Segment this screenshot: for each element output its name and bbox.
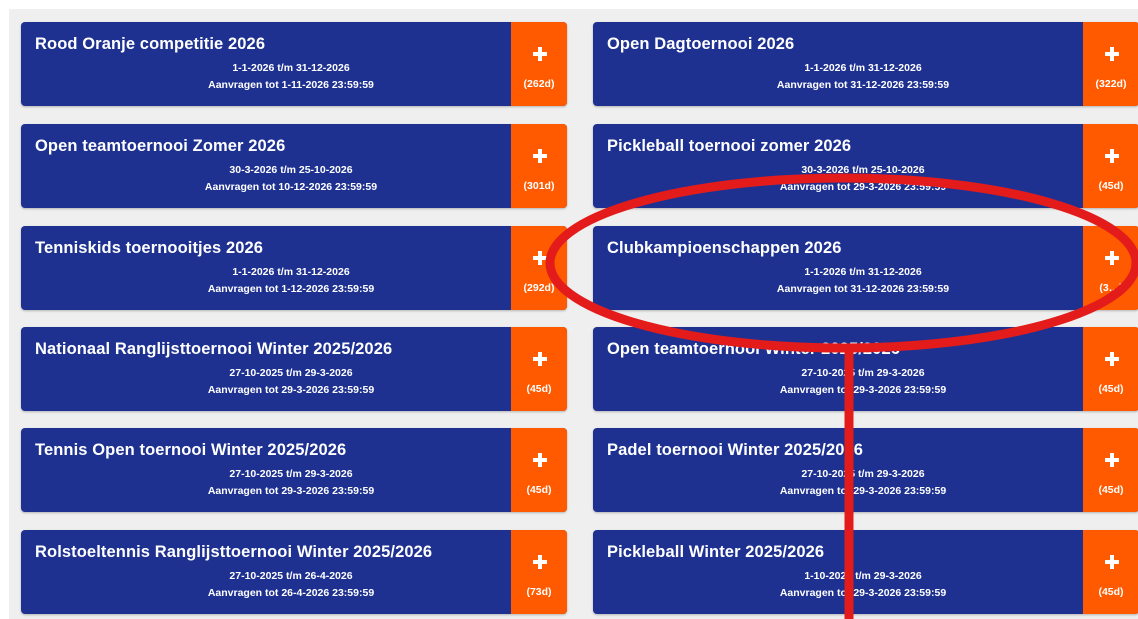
tournament-card[interactable]: Rood Oranje competitie 2026 1-1-2026 t/m…	[21, 22, 567, 106]
tournament-card[interactable]: Padel toernooi Winter 2025/2026 27-10-20…	[593, 428, 1138, 512]
tournament-card[interactable]: Nationaal Ranglijsttoernooi Winter 2025/…	[21, 327, 567, 411]
card-body[interactable]: Padel toernooi Winter 2025/2026 27-10-20…	[593, 428, 1083, 512]
tournament-dates: 1-1-2026 t/m 31-12-2026	[232, 62, 350, 74]
tournament-card[interactable]: Pickleball Winter 2025/2026 1-10-2025 t/…	[593, 530, 1138, 614]
days-remaining: (292d)	[523, 282, 555, 294]
plus-icon	[533, 555, 547, 569]
tournament-dates: 27-10-2025 t/m 26-4-2026	[229, 570, 353, 582]
tournament-deadline: Aanvragen tot 29-3-2026 23:59:59	[207, 384, 375, 396]
tournament-deadline: Aanvragen tot 29-3-2026 23:59:59	[779, 384, 947, 396]
tournament-deadline: Aanvragen tot 29-3-2026 23:59:59	[779, 485, 947, 497]
card-body[interactable]: Pickleball toernooi zomer 2026 30-3-2026…	[593, 124, 1083, 208]
days-remaining: (73d)	[526, 586, 552, 598]
card-body[interactable]: Tenniskids toernooitjes 2026 1-1-2026 t/…	[21, 226, 511, 310]
tournament-deadline: Aanvragen tot 26-4-2026 23:59:59	[207, 587, 375, 599]
plus-icon	[1105, 149, 1119, 163]
tournament-dates: 30-3-2026 t/m 25-10-2026	[229, 164, 353, 176]
tournament-title: Tenniskids toernooitjes 2026	[35, 239, 264, 257]
tournament-title: Clubkampioenschappen 2026	[607, 239, 842, 257]
card-body[interactable]: Open teamtoernooi Zomer 2026 30-3-2026 t…	[21, 124, 511, 208]
days-remaining: (301d)	[523, 180, 555, 192]
add-button[interactable]: (3…)	[1083, 226, 1138, 310]
add-button[interactable]: (301d)	[511, 124, 567, 208]
days-remaining: (45d)	[1098, 383, 1124, 395]
days-remaining: (45d)	[1098, 180, 1124, 192]
tournament-deadline: Aanvragen tot 31-12-2026 23:59:59	[776, 283, 950, 295]
tournament-title: Padel toernooi Winter 2025/2026	[607, 441, 864, 459]
card-body[interactable]: Rood Oranje competitie 2026 1-1-2026 t/m…	[21, 22, 511, 106]
plus-icon	[1105, 352, 1119, 366]
tournament-dates: 27-10-2025 t/m 29-3-2026	[801, 367, 925, 379]
tournament-title: Open teamtoernooi Zomer 2026	[35, 137, 286, 155]
plus-icon	[1105, 47, 1119, 61]
tournament-card[interactable]: Open teamtoernooi Winter 2025/2026 27-10…	[593, 327, 1138, 411]
tournament-title: Pickleball toernooi zomer 2026	[607, 137, 852, 155]
plus-icon	[533, 453, 547, 467]
days-remaining: (322d)	[1095, 78, 1127, 90]
tournament-deadline: Aanvragen tot 29-3-2026 23:59:59	[779, 587, 947, 599]
add-button[interactable]: (45d)	[1083, 530, 1138, 614]
tournament-title: Open Dagtoernooi 2026	[607, 35, 795, 53]
tournament-deadline: Aanvragen tot 29-3-2026 23:59:59	[779, 181, 947, 193]
tournament-grid: Rood Oranje competitie 2026 1-1-2026 t/m…	[0, 0, 1138, 619]
days-remaining: (262d)	[523, 78, 555, 90]
days-remaining: (45d)	[1098, 586, 1124, 598]
days-remaining: (45d)	[526, 383, 552, 395]
add-button[interactable]: (73d)	[511, 530, 567, 614]
tournament-dates: 1-1-2026 t/m 31-12-2026	[804, 266, 922, 278]
card-body[interactable]: Clubkampioenschappen 2026 1-1-2026 t/m 3…	[593, 226, 1083, 310]
tournament-title: Tennis Open toernooi Winter 2025/2026	[35, 441, 347, 459]
days-remaining: (45d)	[526, 484, 552, 496]
tournament-deadline: Aanvragen tot 10-12-2026 23:59:59	[204, 181, 378, 193]
tournament-title: Pickleball Winter 2025/2026	[607, 543, 825, 561]
add-button[interactable]: (45d)	[511, 428, 567, 512]
tournament-card[interactable]: Tenniskids toernooitjes 2026 1-1-2026 t/…	[21, 226, 567, 310]
tournament-deadline: Aanvragen tot 29-3-2026 23:59:59	[207, 485, 375, 497]
tournament-card[interactable]: Pickleball toernooi zomer 2026 30-3-2026…	[593, 124, 1138, 208]
tournament-card[interactable]: Open Dagtoernooi 2026 1-1-2026 t/m 31-12…	[593, 22, 1138, 106]
days-remaining: (45d)	[1098, 484, 1124, 496]
add-button[interactable]: (45d)	[1083, 327, 1138, 411]
tournament-dates: 30-3-2026 t/m 25-10-2026	[801, 164, 925, 176]
add-button[interactable]: (262d)	[511, 22, 567, 106]
tournament-title: Nationaal Ranglijsttoernooi Winter 2025/…	[35, 340, 393, 358]
plus-icon	[533, 352, 547, 366]
tournament-deadline: Aanvragen tot 1-11-2026 23:59:59	[208, 79, 374, 91]
plus-icon	[533, 47, 547, 61]
plus-icon	[533, 149, 547, 163]
plus-icon	[1105, 453, 1119, 467]
tournament-card[interactable]: Open teamtoernooi Zomer 2026 30-3-2026 t…	[21, 124, 567, 208]
days-remaining: (3…)	[1099, 282, 1123, 294]
tournament-dates: 1-1-2026 t/m 31-12-2026	[232, 266, 350, 278]
tournament-card[interactable]: Rolstoeltennis Ranglijsttoernooi Winter …	[21, 530, 567, 614]
tournament-title: Rood Oranje competitie 2026	[35, 35, 266, 53]
add-button[interactable]: (45d)	[511, 327, 567, 411]
tournament-deadline: Aanvragen tot 31-12-2026 23:59:59	[776, 79, 950, 91]
card-body[interactable]: Open Dagtoernooi 2026 1-1-2026 t/m 31-12…	[593, 22, 1083, 106]
add-button[interactable]: (45d)	[1083, 428, 1138, 512]
tournament-card[interactable]: Clubkampioenschappen 2026 1-1-2026 t/m 3…	[593, 226, 1138, 310]
tournament-title: Open teamtoernooi Winter 2025/2026	[607, 340, 901, 358]
tournament-dates: 27-10-2025 t/m 29-3-2026	[229, 468, 353, 480]
tournament-dates: 1-1-2026 t/m 31-12-2026	[804, 62, 922, 74]
card-body[interactable]: Pickleball Winter 2025/2026 1-10-2025 t/…	[593, 530, 1083, 614]
tournament-dates: 27-10-2025 t/m 29-3-2026	[229, 367, 353, 379]
tournament-dates: 1-10-2025 t/m 29-3-2026	[804, 570, 922, 582]
plus-icon	[533, 251, 547, 265]
tournament-deadline: Aanvragen tot 1-12-2026 23:59:59	[207, 283, 375, 295]
tournament-dates: 27-10-2025 t/m 29-3-2026	[801, 468, 925, 480]
tournament-card[interactable]: Tennis Open toernooi Winter 2025/2026 27…	[21, 428, 567, 512]
add-button[interactable]: (292d)	[511, 226, 567, 310]
card-body[interactable]: Nationaal Ranglijsttoernooi Winter 2025/…	[21, 327, 511, 411]
plus-icon	[1105, 251, 1119, 265]
card-body[interactable]: Open teamtoernooi Winter 2025/2026 27-10…	[593, 327, 1083, 411]
plus-icon	[1105, 555, 1119, 569]
tournament-title: Rolstoeltennis Ranglijsttoernooi Winter …	[35, 543, 433, 561]
add-button[interactable]: (322d)	[1083, 22, 1138, 106]
card-body[interactable]: Rolstoeltennis Ranglijsttoernooi Winter …	[21, 530, 511, 614]
card-body[interactable]: Tennis Open toernooi Winter 2025/2026 27…	[21, 428, 511, 512]
add-button[interactable]: (45d)	[1083, 124, 1138, 208]
